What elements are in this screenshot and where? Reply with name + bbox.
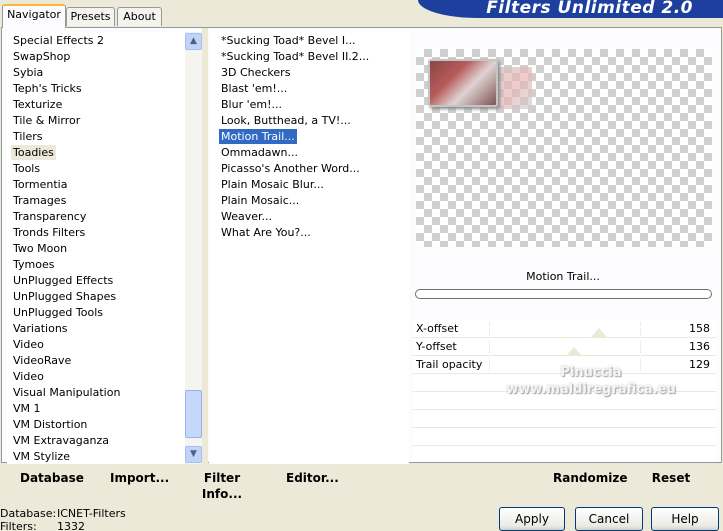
category-item[interactable]: Texturize	[11, 97, 64, 112]
editor-button[interactable]: Editor...	[286, 470, 339, 486]
tab-navigator[interactable]: Navigator	[2, 4, 66, 28]
category-item[interactable]: Video	[11, 369, 46, 384]
category-item[interactable]: Teph's Tricks	[11, 81, 84, 96]
category-item[interactable]: Tymoes	[11, 257, 56, 272]
param-row-empty	[413, 446, 716, 464]
category-item[interactable]: Visual Manipulation	[11, 385, 122, 400]
help-button[interactable]: Help	[651, 507, 719, 531]
filter-list[interactable]: *Sucking Toad* Bevel I... *Sucking Toad* …	[209, 32, 409, 464]
category-item[interactable]: UnPlugged Effects	[11, 273, 115, 288]
param-row-empty	[413, 428, 716, 446]
status-value: ICNET-Filters	[57, 507, 126, 520]
category-item[interactable]: Tramages	[11, 193, 68, 208]
status-label: Filters:	[0, 520, 37, 531]
param-label: Trail opacity	[416, 358, 483, 371]
category-item[interactable]: SwapShop	[11, 49, 72, 64]
slider-thumb-x-offset[interactable]	[591, 328, 607, 337]
filter-item[interactable]: *Sucking Toad* Bevel II.2...	[219, 49, 371, 64]
preview-image-trail	[498, 67, 532, 109]
category-item[interactable]: VM Distortion	[11, 417, 89, 432]
cancel-button[interactable]: Cancel	[575, 507, 643, 531]
tab-about[interactable]: About	[117, 7, 162, 26]
param-row-x-offset[interactable]: X-offset 158	[413, 320, 716, 338]
category-item[interactable]: Tools	[11, 161, 42, 176]
category-item[interactable]: Variations	[11, 321, 70, 336]
status-label: Database:	[0, 507, 57, 520]
param-row-empty	[413, 374, 716, 392]
category-item[interactable]: Transparency	[11, 209, 88, 224]
category-item[interactable]: VideoRave	[11, 353, 73, 368]
category-item[interactable]: UnPlugged Shapes	[11, 289, 118, 304]
category-item[interactable]: VM Stylize	[11, 449, 72, 464]
param-row-y-offset[interactable]: Y-offset 136	[413, 338, 716, 356]
reset-button[interactable]: Reset	[651, 470, 691, 486]
param-row-empty	[413, 410, 716, 428]
category-item[interactable]: UnPlugged Tools	[11, 305, 105, 320]
category-item[interactable]: Tronds Filters	[11, 225, 87, 240]
app-title: Filters Unlimited 2.0	[486, 0, 693, 18]
filter-item[interactable]: Plain Mosaic...	[219, 193, 301, 208]
param-value[interactable]: 136	[689, 338, 710, 355]
apply-button[interactable]: Apply	[499, 507, 565, 531]
category-scrollbar[interactable]: ▲ ▼	[185, 32, 202, 464]
filter-item[interactable]: Weaver...	[219, 209, 274, 224]
progress-bar	[415, 289, 712, 299]
filter-item[interactable]: Plain Mosaic Blur...	[219, 177, 326, 192]
param-value[interactable]: 129	[689, 356, 710, 373]
category-item[interactable]: Two Moon	[11, 241, 69, 256]
randomize-button[interactable]: Randomize	[553, 470, 627, 486]
scroll-thumb[interactable]	[185, 390, 202, 438]
tab-bar: Navigator Presets About Filters Unlimite…	[0, 0, 723, 28]
filter-item[interactable]: Ommadawn...	[219, 145, 300, 160]
selected-filter-name: Motion Trail...	[526, 270, 600, 283]
param-slider[interactable]	[489, 340, 641, 353]
filter-item[interactable]: 3D Checkers	[219, 65, 292, 80]
filter-item[interactable]: Look, Butthead, a TV!...	[219, 113, 353, 128]
filter-item[interactable]: Blur 'em!...	[219, 97, 284, 112]
category-item[interactable]: Tormentia	[11, 177, 69, 192]
category-item[interactable]: Tilers	[11, 129, 45, 144]
param-row-empty	[413, 392, 716, 410]
category-item[interactable]: VM Extravaganza	[11, 433, 111, 448]
category-item[interactable]: VM 1	[11, 401, 43, 416]
status-database: Database: ICNET-Filters	[0, 507, 126, 520]
category-item[interactable]: Special Effects 2	[11, 33, 106, 48]
filter-item[interactable]: What Are You?...	[219, 225, 313, 240]
category-item[interactable]: Toadies	[11, 145, 56, 160]
parameter-panel: X-offset 158 Y-offset 136 Trail opacity …	[413, 320, 716, 462]
filter-info-button[interactable]: Filter Info...	[188, 470, 256, 501]
category-item[interactable]: Video	[11, 337, 46, 352]
param-slider[interactable]	[489, 322, 641, 335]
category-item[interactable]: Tile & Mirror	[11, 113, 82, 128]
category-item[interactable]: Sybia	[11, 65, 45, 80]
status-filters: Filters: 1332	[0, 520, 85, 531]
param-row-trail-opacity[interactable]: Trail opacity 129	[413, 356, 716, 374]
param-value[interactable]: 158	[689, 320, 710, 337]
param-label: X-offset	[416, 322, 459, 335]
preview-image	[428, 59, 498, 107]
database-button[interactable]: Database	[20, 470, 84, 486]
filter-item[interactable]: Blast 'em!...	[219, 81, 289, 96]
status-value: 1332	[57, 520, 85, 531]
arrow-up-icon[interactable]: ▲	[185, 33, 202, 50]
arrow-down-icon[interactable]: ▼	[185, 446, 202, 463]
category-list[interactable]: Special Effects 2 SwapShop Sybia Teph's Tri…	[7, 32, 201, 464]
tab-presets[interactable]: Presets	[66, 7, 115, 26]
title-banner: Filters Unlimited 2.0	[418, 0, 723, 18]
param-label: Y-offset	[416, 340, 457, 353]
filter-item[interactable]: Picasso's Another Word...	[219, 161, 362, 176]
preview-canvas	[416, 49, 712, 247]
import-button[interactable]: Import...	[110, 470, 169, 486]
list-divider	[202, 28, 208, 464]
filter-item[interactable]: Motion Trail...	[219, 129, 297, 144]
slider-thumb-y-offset[interactable]	[566, 347, 582, 356]
param-slider[interactable]	[489, 358, 641, 371]
filter-item[interactable]: *Sucking Toad* Bevel I...	[219, 33, 358, 48]
